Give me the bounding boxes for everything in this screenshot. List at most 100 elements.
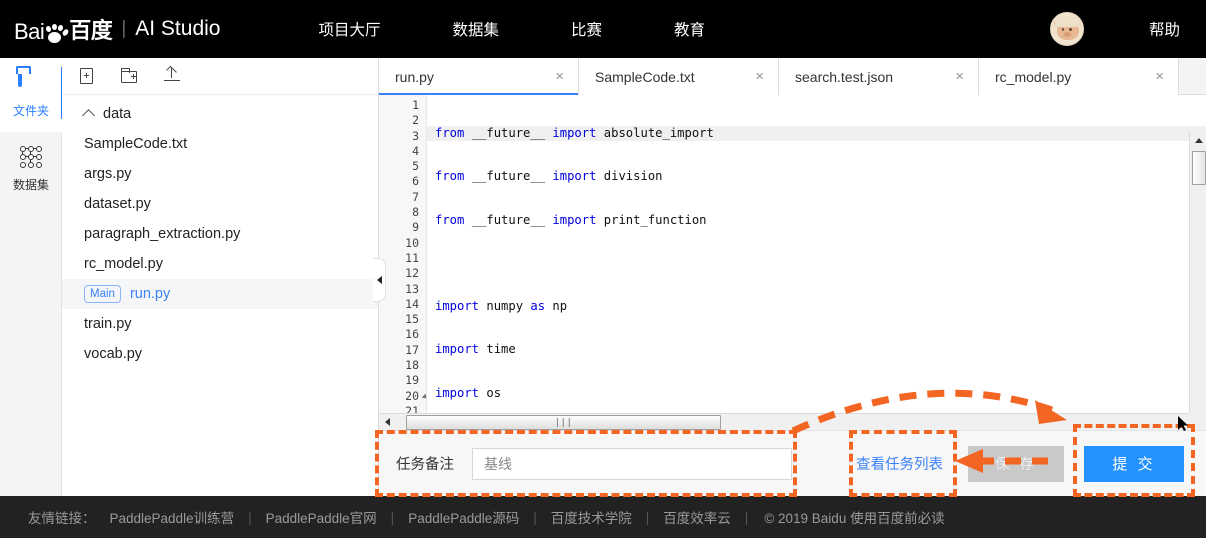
tab-samplecode-txt[interactable]: SampleCode.txt × xyxy=(579,58,779,95)
file-toolbar xyxy=(62,58,378,95)
editor-vertical-scrollbar[interactable] xyxy=(1189,132,1206,450)
close-icon[interactable]: × xyxy=(955,69,964,84)
line-number: 10 xyxy=(405,235,419,250)
footer-link-source-code[interactable]: PaddlePaddle源码 xyxy=(408,507,519,527)
view-task-list-link[interactable]: 查看任务列表 xyxy=(856,453,943,474)
page-footer: 友情链接： PaddlePaddle训练营 | PaddlePaddle官网 |… xyxy=(0,496,1206,538)
footer-link-official-site[interactable]: PaddlePaddle官网 xyxy=(266,507,377,527)
line-number: 15 xyxy=(405,312,419,327)
save-button[interactable]: 保 存 xyxy=(968,445,1064,482)
main-entry-badge: Main xyxy=(84,285,121,303)
footer-prefix: 友情链接： xyxy=(28,511,96,526)
brand-logo-group[interactable]: Bai 百度 | AI Studio xyxy=(14,13,220,45)
upload-icon[interactable] xyxy=(162,65,182,86)
main-nav: 项目大厅 数据集 比赛 教育 xyxy=(318,18,705,40)
help-link[interactable]: 帮助 xyxy=(1149,18,1180,40)
line-number: 4 xyxy=(412,143,419,158)
scroll-up-icon[interactable] xyxy=(1190,132,1206,149)
footer-link-tech-academy[interactable]: 百度技术学院 xyxy=(551,507,632,527)
brand-text-bai: Bai xyxy=(14,19,45,44)
nav-item-projects[interactable]: 项目大厅 xyxy=(318,18,380,40)
tab-rc-model-py[interactable]: rc_model.py × xyxy=(979,58,1179,95)
line-number: 7 xyxy=(412,189,419,204)
brand-text-cn: 百度 xyxy=(69,18,113,43)
vertical-scroll-thumb[interactable] xyxy=(1192,151,1206,185)
line-number: 8 xyxy=(412,205,419,220)
file-tree-item[interactable]: SampleCode.txt xyxy=(62,129,378,159)
tab-run-py[interactable]: run.py × xyxy=(379,58,579,96)
submit-bar: 任务备注 查看任务列表 保 存 提 交 xyxy=(379,430,1206,496)
line-number: 5 xyxy=(412,159,419,174)
file-explorer-panel: data SampleCode.txt args.py dataset.py p… xyxy=(62,58,379,496)
close-icon[interactable]: × xyxy=(555,69,564,84)
footer-separator: | xyxy=(645,509,650,525)
new-folder-icon[interactable] xyxy=(120,66,140,86)
footer-link-training-camp[interactable]: PaddlePaddle训练营 xyxy=(110,507,235,527)
dataset-nodes-icon xyxy=(18,145,44,169)
avatar[interactable] xyxy=(1049,12,1084,46)
file-tree-item[interactable]: args.py xyxy=(62,159,378,189)
horizontal-scroll-thumb[interactable]: ||| xyxy=(406,415,721,430)
line-number: 6 xyxy=(412,174,419,189)
file-tree: data SampleCode.txt args.py dataset.py p… xyxy=(62,95,378,369)
tab-label: SampleCode.txt xyxy=(595,68,695,85)
code-line: from __future__ import print_function xyxy=(435,212,707,227)
file-tree-item-label: paragraph_extraction.py xyxy=(84,226,241,242)
line-number: 14 xyxy=(405,296,419,311)
folder-icon xyxy=(18,69,44,95)
file-tree-item[interactable]: dataset.py xyxy=(62,189,378,219)
close-icon[interactable]: × xyxy=(755,69,764,84)
file-tree-item-label: vocab.py xyxy=(84,346,143,362)
file-tree-item-run-py[interactable]: Main run.py xyxy=(62,279,378,309)
file-tree-item[interactable]: rc_model.py xyxy=(62,249,378,279)
scroll-left-icon[interactable] xyxy=(379,414,396,431)
code-editor: run.py × SampleCode.txt × search.test.js… xyxy=(379,58,1206,464)
code-text[interactable]: from __future__ import absolute_import f… xyxy=(427,95,1206,430)
file-tree-folder-data[interactable]: data xyxy=(62,99,378,129)
nav-item-datasets[interactable]: 数据集 xyxy=(453,18,500,40)
footer-copyright: © 2019 Baidu 使用百度前必读 xyxy=(764,511,945,526)
left-icon-rail: 文件夹 数据集 xyxy=(0,58,62,496)
submit-button[interactable]: 提 交 xyxy=(1084,445,1184,482)
file-tree-item[interactable]: paragraph_extraction.py xyxy=(62,219,378,249)
line-number: 12 xyxy=(405,266,419,281)
ai-studio-page: Bai 百度 | AI Studio 项目大厅 数据集 比赛 教育 帮助 文件夹… xyxy=(0,0,1206,538)
file-tree-item-label: train.py xyxy=(84,316,132,332)
tab-search-test-json[interactable]: search.test.json × xyxy=(779,58,979,95)
footer-separator: | xyxy=(533,509,537,525)
brand-separator: | xyxy=(121,18,127,39)
editor-tabbar: run.py × SampleCode.txt × search.test.js… xyxy=(379,58,1206,96)
file-tree-item[interactable]: train.py xyxy=(62,309,378,339)
line-number: 11 xyxy=(405,250,419,265)
scroll-grip: ||| xyxy=(554,417,573,428)
remark-input[interactable] xyxy=(472,447,792,480)
new-file-icon[interactable] xyxy=(78,66,98,86)
file-tree-item[interactable]: vocab.py xyxy=(62,339,378,369)
file-tree-item-label: SampleCode.txt xyxy=(84,136,188,152)
scrollbar-corner xyxy=(1189,413,1206,430)
nav-item-education[interactable]: 教育 xyxy=(674,18,705,40)
chevron-up-icon xyxy=(82,109,95,122)
line-number-foldable[interactable]: 20 xyxy=(379,389,429,404)
tab-label: search.test.json xyxy=(795,68,894,85)
line-number: 13 xyxy=(405,281,419,296)
panel-collapse-handle[interactable] xyxy=(373,258,386,302)
footer-separator: | xyxy=(390,509,395,525)
file-tree-item-label: data xyxy=(103,106,132,122)
editor-horizontal-scrollbar[interactable]: ||| xyxy=(379,413,1189,430)
line-number-gutter: 1 2 3 4 5 6 7 8 9 10 11 12 13 14 15 16 1… xyxy=(379,95,429,464)
footer-link-efficiency-cloud[interactable]: 百度效率云 xyxy=(663,507,731,527)
header-right-group: 帮助 xyxy=(1049,0,1206,58)
line-number: 19 xyxy=(405,373,419,388)
file-tree-item-label: rc_model.py xyxy=(84,256,163,272)
code-line: from __future__ import absolute_import xyxy=(427,126,1206,142)
baidu-logo: Bai 百度 xyxy=(14,13,113,45)
product-name: AI Studio xyxy=(135,17,221,40)
file-tree-item-label: dataset.py xyxy=(84,196,151,212)
sidebar-item-dataset[interactable]: 数据集 xyxy=(0,132,62,206)
sidebar-item-folder[interactable]: 文件夹 xyxy=(0,58,62,132)
nav-item-competitions[interactable]: 比赛 xyxy=(571,18,602,40)
close-icon[interactable]: × xyxy=(1155,69,1164,84)
file-tree-item-label: run.py xyxy=(129,286,171,302)
